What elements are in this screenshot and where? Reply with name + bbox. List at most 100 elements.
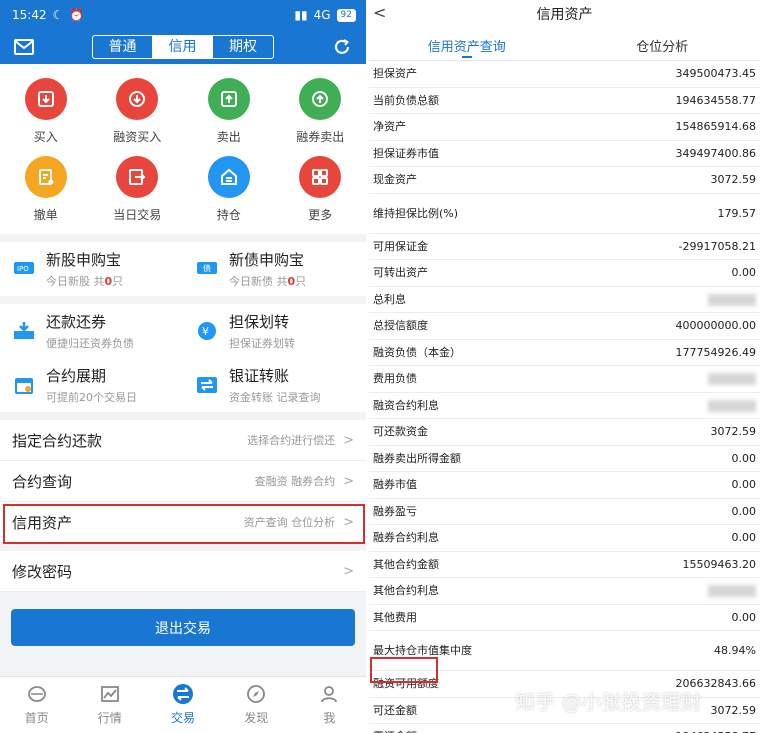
asset-row: 融券市值 0.00 [369,472,760,499]
bond-sub: 今日新债 共0只 [229,275,307,288]
back-arrow-icon[interactable]: < [373,3,386,22]
menu-contract-query[interactable]: 合约查询 查融资 融券合约 > [0,461,366,502]
sell-button[interactable]: 卖出 [183,78,275,156]
cancel-order-button[interactable]: 撤单 [0,156,92,234]
today-trade-button[interactable]: 当日交易 [92,156,184,234]
redacted-value [708,585,756,598]
mail-icon[interactable] [12,35,36,59]
highlight-box [3,504,365,544]
asset-row: 可还款资金 3072.59 [369,419,760,446]
ipo-purchase-entry[interactable]: IPO 新股申购宝 今日新股 共0只 [0,249,183,289]
bank-transfer-entry[interactable]: 银证转账 资金转账 记录查询 [183,365,366,405]
asset-label: 可还金额 [373,703,417,717]
more-icon [299,156,342,198]
sell-icon [207,78,250,120]
asset-row: 担保资产 349500473.45 [369,61,760,88]
asset-label: 担保证券市值 [373,146,439,160]
asset-label: 费用负债 [373,372,417,386]
asset-value: -29917058.21 [678,239,756,253]
collateral-transfer-sub: 担保证券划转 [229,337,295,350]
asset-value: 15509463.20 [682,557,756,571]
svg-text:IPO: IPO [17,265,29,273]
svg-text:债: 债 [203,263,211,273]
network-label: 4G [313,8,331,22]
app-header: 普通 信用 期权 [0,30,366,64]
tab-discover[interactable]: 发现 [220,677,293,733]
contract-extension-entry[interactable]: 合约展期 可提前20个交易日 [0,365,183,405]
bank-transfer-icon [195,373,219,397]
asset-value: 349500473.45 [675,67,756,81]
bond-purchase-entry[interactable]: 债 新债申购宝 今日新债 共0只 [183,249,366,289]
short-sell-button[interactable]: 融券卖出 [275,78,367,156]
chevron-right-icon: > [343,432,354,448]
moon-icon: ☾ [52,8,64,22]
asset-row: 融券卖出所得金额 0.00 [369,446,760,472]
asset-row: 其他合约利息 [369,578,760,605]
credit-assets-screen: < 信用资产 信用资产查询 仓位分析 担保资产 349500473.45 当前负债总… [369,0,760,733]
asset-label: 融券合约利息 [373,531,439,545]
asset-value [708,372,756,386]
asset-label: 最大持仓市值集中度 [373,644,472,657]
asset-value: 0.00 [731,451,757,465]
tab-label: 行情 [97,711,122,725]
repay-entry[interactable]: 还款还券 便捷归还资券负债 [0,311,183,351]
menu-hint: 查融资 融券合约 [254,475,336,488]
repay-sub: 便捷归还资券负债 [46,337,134,350]
tab-trade[interactable]: 交易 [146,677,219,733]
short-sell-icon [299,78,342,120]
asset-row: 融券合约利息 0.00 [369,525,760,552]
asset-row: 费用负债 [369,366,760,393]
asset-label: 净资产 [373,120,406,134]
asset-value [708,399,756,412]
redacted-value [708,293,756,306]
contract-extension-title: 合约展期 [46,367,107,385]
collateral-transfer-entry[interactable]: ¥ 担保划转 担保证券划转 [183,311,366,351]
account-type-switch: 普通 信用 期权 [92,35,274,59]
battery-icon: 92 [336,8,356,22]
asset-value: 206632843.66 [675,677,756,691]
tab-home[interactable]: 首页 [0,677,73,733]
margin-buy-icon [116,78,159,120]
logout-button[interactable]: 退出交易 [11,609,355,646]
highlight-box [370,657,438,683]
tab-credit-asset-query[interactable]: 信用资产查询 [369,27,565,60]
cancel-order-label: 撤单 [33,208,58,222]
asset-label: 当前负债总额 [373,93,439,107]
asset-label: 融券盈亏 [373,504,417,518]
redacted-value [708,399,756,412]
tab-options[interactable]: 期权 [213,36,273,58]
market-icon [99,683,121,705]
asset-row: 可还金额 3072.59 [369,698,760,724]
asset-tabs: 信用资产查询 仓位分析 [369,27,760,61]
tab-position-analysis[interactable]: 仓位分析 [565,27,760,60]
short-sell-label: 融券卖出 [296,130,345,144]
menu-change-password[interactable]: 修改密码 > [0,551,366,592]
bank-transfer-sub: 资金转账 记录查询 [229,391,321,404]
asset-value: 0.00 [731,531,757,545]
repay-icon [12,319,36,343]
asset-value: 3072.59 [710,703,757,717]
asset-value [708,584,756,598]
redacted-value [708,373,756,386]
position-button[interactable]: 持仓 [183,156,275,234]
asset-label: 总利息 [373,292,406,306]
tab-credit[interactable]: 信用 [153,36,213,58]
more-button[interactable]: 更多 [275,156,367,234]
tab-me[interactable]: 我 [293,677,366,733]
asset-label: 现金资产 [373,173,417,187]
tab-label: 首页 [24,711,49,725]
bottom-tab-bar: 首页 行情 交易 发现 我 [0,676,366,733]
today-trade-icon [116,156,159,198]
margin-buy-button[interactable]: 融资买入 [92,78,184,156]
menu-designated-repay[interactable]: 指定合约还款 选择合约进行偿还 > [0,420,366,461]
asset-label: 融资合约利息 [373,398,439,412]
asset-row: 可用保证金 -29917058.21 [369,234,760,260]
asset-row: 总利息 [369,287,760,313]
tab-normal[interactable]: 普通 [93,36,153,58]
buy-button[interactable]: 买入 [0,78,92,156]
asset-row: 其他费用 0.00 [369,605,760,631]
tab-market[interactable]: 行情 [73,677,146,733]
refresh-icon[interactable] [330,35,354,59]
buy-icon [24,78,67,120]
menu-hint: 选择合约进行偿还 [247,434,336,447]
